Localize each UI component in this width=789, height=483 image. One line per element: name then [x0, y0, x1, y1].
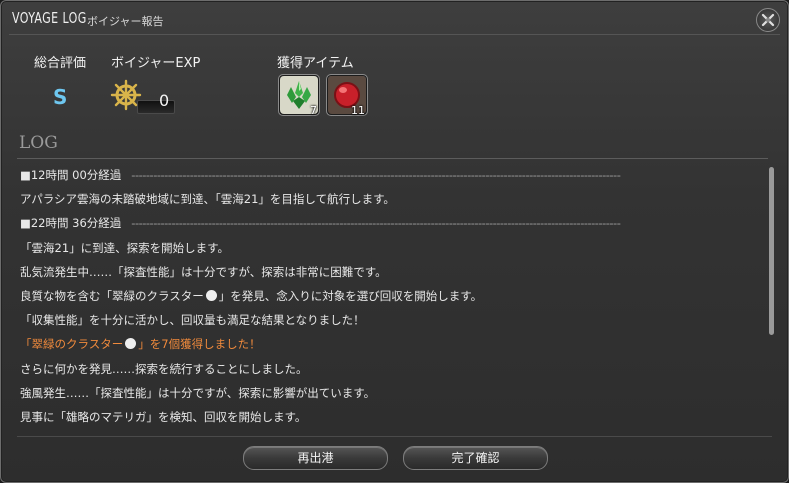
log-line: アパラシア雲海の未踏破地域に到達、「雲海21」を目指して航行します。: [20, 192, 395, 207]
item-slot-emerald-cluster[interactable]: 7: [278, 74, 320, 117]
exp-label: ボイジャーEXP: [111, 56, 201, 71]
dashed-separator: ----------------------------------------…: [131, 216, 621, 231]
log-line: 強風発生……「探査性能」は十分ですが、探索に影響が出ています。: [20, 385, 376, 400]
item-count: 11: [351, 104, 365, 117]
redeploy-button[interactable]: 再出港: [243, 446, 388, 470]
close-button[interactable]: [756, 8, 780, 32]
log-line: 「雲海21」に到達、探索を開始します。: [20, 240, 229, 255]
log-line: ■22時間 36分経過 -----------------------------…: [15, 211, 769, 235]
close-icon: [761, 13, 775, 27]
voyage-log-window: VOYAGE LOG ボイジャー報告 総合評価 S ボイジャーEXP 0 獲得ア…: [0, 0, 789, 483]
title-divider: [9, 34, 780, 35]
log-divider: [17, 158, 768, 159]
log-scrollbar[interactable]: [769, 167, 774, 335]
elapsed-time-header: ■12時間 00分経過: [20, 168, 122, 182]
rating-label: 総合評価: [34, 56, 87, 71]
log-line-highlight: 「翠緑のクラスター 」を7個獲得しました！: [15, 332, 769, 356]
log-text: 」を発見、念入りに対象を選び回収を開始します。: [218, 288, 483, 303]
log-text: 」を7個獲得しました！: [138, 337, 261, 352]
window-subtitle: ボイジャー報告: [87, 15, 164, 28]
log-line: ■12時間 00分経過 -----------------------------…: [15, 163, 769, 187]
title-bar: VOYAGE LOG ボイジャー報告: [1, 1, 788, 35]
log-text: 良質な物を含む「翠緑のクラスター: [20, 288, 204, 303]
log-list[interactable]: ■12時間 00分経過 -----------------------------…: [15, 163, 769, 427]
log-line: 良質な物を含む「翠緑のクラスター 」を発見、念入りに対象を選び回収を開始します。: [15, 284, 769, 308]
item-slot-red-materia[interactable]: 11: [326, 74, 368, 117]
log-line: 乱気流発生中……「探査性能」は十分ですが、探索は非常に困難です。: [20, 264, 387, 279]
dashed-separator: ----------------------------------------…: [131, 168, 621, 182]
items-label: 獲得アイテム: [277, 56, 354, 71]
log-line: 見事に「雄略のマテリガ」を検知、回収を開始します。: [20, 409, 307, 424]
log-line: さらに何かを発見……探索を続行することにしました。: [20, 361, 308, 376]
footer-divider: [17, 436, 772, 437]
item-count: 7: [310, 104, 317, 117]
log-heading: LOG: [19, 133, 58, 153]
window-title: VOYAGE LOG: [12, 9, 87, 27]
ship-wheel-icon: [110, 79, 142, 111]
high-quality-icon: [125, 338, 137, 350]
high-quality-icon: [205, 289, 217, 301]
finalize-report-button[interactable]: 完了確認: [403, 446, 548, 470]
exp-value: 0: [159, 91, 170, 110]
elapsed-time-header: ■22時間 36分経過: [20, 216, 122, 231]
log-text: 「翠緑のクラスター: [20, 337, 124, 352]
rating-value: S: [53, 85, 68, 109]
log-line: 「収集性能」を十分に活かし、回収量も満足な結果となりました！: [20, 313, 365, 328]
